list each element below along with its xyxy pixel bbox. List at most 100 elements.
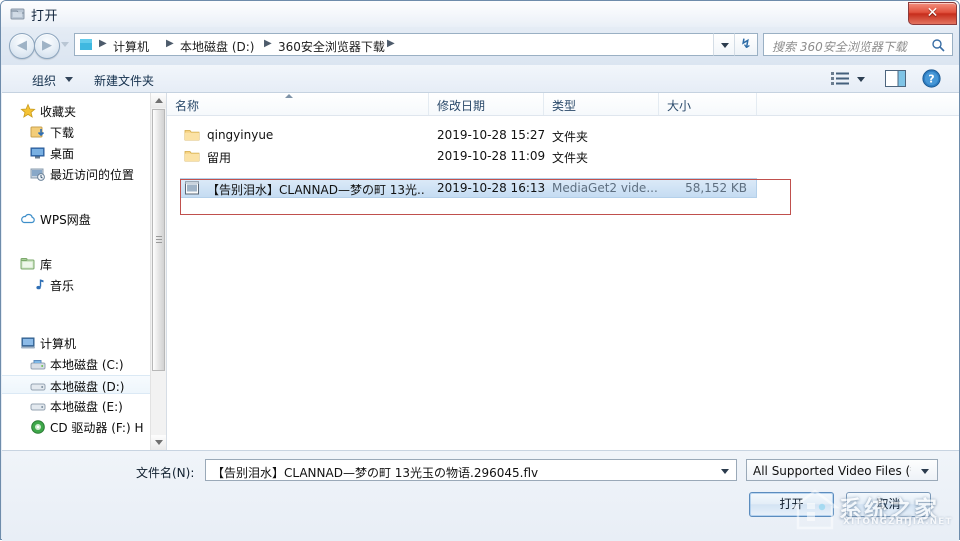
breadcrumb-item-2[interactable]: 360安全浏览器下载: [278, 38, 385, 55]
refresh-button[interactable]: ↯: [734, 33, 758, 56]
sidebar-item-drive-d[interactable]: 本地磁盘 (D:): [2, 375, 150, 394]
desktop-icon: [30, 145, 46, 161]
table-row[interactable]: qingyinyue 2019-10-28 15:27 文件夹: [167, 125, 959, 145]
cell-size: 58,152 KB: [685, 181, 747, 195]
sidebar-group-favorites[interactable]: 收藏夹: [2, 101, 150, 120]
view-list-icon[interactable]: [830, 70, 852, 88]
table-row[interactable]: 【告别泪水】CLANNAD—梦の町 13光... 2019-10-28 16:1…: [167, 178, 959, 198]
close-icon: ✕: [926, 5, 939, 21]
sidebar-group-libraries[interactable]: 库: [2, 254, 150, 273]
forward-button[interactable]: ▶: [34, 33, 60, 59]
back-arrow-icon: ◀: [17, 38, 27, 53]
drive-icon: [30, 378, 46, 394]
column-label: 修改日期: [437, 99, 486, 113]
column-label: 类型: [552, 99, 577, 113]
file-list: 名称 修改日期 类型 大小 qingyinyue 2019-10-28 15:2…: [167, 93, 959, 450]
new-folder-button[interactable]: 新建文件夹: [90, 70, 158, 91]
search-icon: [931, 38, 945, 52]
scroll-down-icon: [155, 440, 163, 445]
table-row[interactable]: 留用 2019-10-28 11:09 文件夹: [167, 146, 959, 166]
computer-icon: [20, 335, 36, 351]
search-placeholder: 搜索 360安全浏览器下载: [772, 40, 907, 54]
cell-type: 文件夹: [552, 151, 589, 165]
preview-pane-icon[interactable]: [885, 70, 906, 87]
scrollbar-thumb[interactable]: [152, 109, 165, 371]
recent-places-icon: [30, 166, 46, 182]
cell-date: 2019-10-28 11:09: [437, 149, 546, 163]
filename-value: 【告别泪水】CLANNAD—梦の町 13光玉の物语.296045.flv: [212, 466, 539, 480]
column-header-size[interactable]: 大小: [659, 93, 757, 115]
sidebar-item-label: 桌面: [50, 147, 75, 161]
navigation-bar: ◀ ▶ ▶ 计算机 ▶ 本地磁盘 (D:) ▶ 360安全浏览器下载 ▶ ↯ 搜…: [1, 31, 959, 61]
sidebar-item-label: 下载: [50, 126, 75, 140]
folder-icon: [184, 148, 200, 164]
folder-icon: [80, 38, 95, 52]
cell-date: 2019-10-28 16:13: [437, 181, 546, 195]
refresh-icon: ↯: [740, 37, 752, 52]
scroll-up-button[interactable]: [151, 93, 166, 108]
sidebar-item-label: 音乐: [50, 279, 75, 293]
sidebar-item-music[interactable]: 音乐: [2, 275, 150, 294]
address-bar[interactable]: ▶ 计算机 ▶ 本地磁盘 (D:) ▶ 360安全浏览器下载 ▶: [74, 33, 713, 56]
window-title: 打开: [31, 9, 59, 24]
scroll-up-icon: [155, 98, 163, 103]
sidebar-item-label: 本地磁盘 (C:): [50, 358, 124, 372]
sidebar-group-computer[interactable]: 计算机: [2, 333, 150, 352]
column-header-type[interactable]: 类型: [544, 93, 659, 115]
file-type-filter-select[interactable]: All Supported Video Files (*.: [746, 459, 938, 481]
history-dropdown-icon[interactable]: [61, 42, 70, 49]
filename-label: 文件名(N):: [136, 466, 195, 480]
cell-name: 留用: [207, 151, 232, 165]
system-drive-icon: [30, 356, 46, 372]
breadcrumb-separator: ▶: [166, 38, 174, 49]
breadcrumb-item-1[interactable]: 本地磁盘 (D:): [180, 38, 254, 55]
open-button[interactable]: 打开: [749, 492, 834, 517]
chevron-down-icon[interactable]: [65, 77, 73, 82]
chevron-down-icon: [921, 469, 929, 474]
star-icon: [20, 103, 36, 119]
sidebar-item-cd-drive[interactable]: CD 驱动器 (F:) H: [2, 417, 150, 436]
cell-date: 2019-10-28 15:27: [437, 128, 546, 142]
sidebar-group-label: 计算机: [40, 337, 77, 351]
help-icon[interactable]: ?: [922, 69, 941, 88]
video-file-icon: [184, 180, 200, 196]
open-file-dialog: 打开 ✕ ◀ ▶ ▶ 计算机 ▶ 本地磁盘 (D:) ▶ 360安全浏览器下载: [0, 0, 960, 541]
cell-type: 文件夹: [552, 130, 589, 144]
column-header-date[interactable]: 修改日期: [429, 93, 544, 115]
sidebar-scrollbar[interactable]: [150, 93, 166, 450]
close-button[interactable]: ✕: [908, 2, 957, 25]
chevron-down-icon[interactable]: [721, 469, 729, 474]
cell-name: qingyinyue: [207, 128, 274, 142]
sidebar-group-label: 收藏夹: [40, 105, 77, 119]
dialog-body: 收藏夹 下载 桌面 最近访问的位置 WPS网盘 库 音乐 计算机 本地磁盘 (C…: [2, 93, 959, 450]
chevron-down-icon[interactable]: [857, 77, 865, 82]
svg-text:?: ?: [928, 73, 934, 86]
sidebar-item-drive-e[interactable]: 本地磁盘 (E:): [2, 396, 150, 415]
music-icon: [30, 277, 46, 293]
back-button[interactable]: ◀: [9, 33, 35, 59]
file-type-filter-value: All Supported Video Files (*.: [753, 464, 911, 478]
sidebar-item-downloads[interactable]: 下载: [2, 122, 150, 141]
open-folder-icon: [10, 6, 26, 22]
sidebar-item-label: 最近访问的位置: [50, 168, 135, 182]
sidebar-item-recent-places[interactable]: 最近访问的位置: [2, 164, 150, 183]
drive-icon: [30, 398, 46, 414]
cancel-button[interactable]: 取消: [846, 492, 931, 517]
sidebar-item-drive-c[interactable]: 本地磁盘 (C:): [2, 354, 150, 373]
breadcrumb-separator: ▶: [387, 38, 395, 49]
breadcrumb-item-0[interactable]: 计算机: [113, 38, 149, 55]
sidebar-item-wps-cloud[interactable]: WPS网盘: [2, 209, 150, 228]
cell-type: MediaGet2 vide...: [552, 181, 657, 195]
command-bar: 组织 新建文件夹 ?: [2, 65, 959, 93]
cd-drive-icon: [30, 419, 46, 435]
filename-input[interactable]: 【告别泪水】CLANNAD—梦の町 13光玉の物语.296045.flv: [205, 459, 737, 481]
scroll-down-button[interactable]: [151, 435, 166, 450]
column-header-name[interactable]: 名称: [167, 93, 429, 115]
sidebar-item-desktop[interactable]: 桌面: [2, 143, 150, 162]
search-input[interactable]: 搜索 360安全浏览器下载: [763, 33, 953, 56]
column-label: 名称: [175, 99, 200, 113]
title-bar: 打开 ✕: [1, 1, 959, 27]
organize-button[interactable]: 组织: [28, 70, 60, 91]
address-dropdown-button[interactable]: [713, 33, 734, 56]
sort-ascending-icon: [285, 94, 293, 98]
